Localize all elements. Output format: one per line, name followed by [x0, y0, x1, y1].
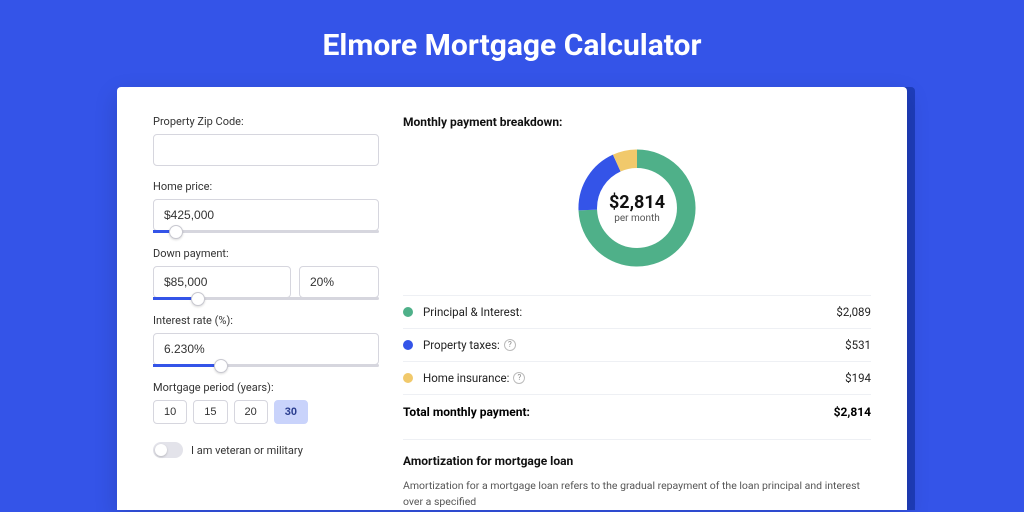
- breakdown-label: Home insurance:: [423, 371, 509, 385]
- total-value: $2,814: [834, 405, 871, 419]
- breakdown-value: $531: [845, 338, 871, 352]
- breakdown-row: Property taxes:? $531: [403, 328, 871, 361]
- total-label: Total monthly payment:: [403, 405, 530, 419]
- veteran-label: I am veteran or military: [191, 444, 303, 457]
- page-title: Elmore Mortgage Calculator: [0, 28, 1024, 63]
- mortgage-period-field: Mortgage period (years): 1015 2030: [153, 381, 379, 424]
- amortization-body: Amortization for a mortgage loan refers …: [403, 478, 871, 510]
- zip-label: Property Zip Code:: [153, 115, 379, 128]
- donut-amount: $2,814: [609, 192, 665, 213]
- veteran-toggle-row: I am veteran or military: [153, 442, 379, 458]
- amortization-title: Amortization for mortgage loan: [403, 454, 871, 468]
- calculator-card: Property Zip Code: Home price: Down paym…: [117, 87, 907, 510]
- help-icon[interactable]: ?: [504, 339, 516, 351]
- slider-thumb[interactable]: [191, 292, 205, 306]
- slider-thumb[interactable]: [214, 359, 228, 373]
- legend-dot: [403, 307, 413, 317]
- total-row: Total monthly payment: $2,814: [403, 394, 871, 429]
- breakdown-list: Principal & Interest: $2,089 Property taxe…: [403, 295, 871, 394]
- veteran-toggle[interactable]: [153, 442, 183, 458]
- breakdown-title: Monthly payment breakdown:: [403, 115, 871, 129]
- period-button-10[interactable]: 10: [153, 400, 187, 424]
- home-price-input[interactable]: [153, 199, 379, 231]
- slider-fill: [153, 364, 221, 367]
- donut-center: $2,814 per month: [572, 143, 702, 273]
- down-payment-slider[interactable]: [153, 297, 379, 300]
- down-payment-field: Down payment:: [153, 247, 379, 300]
- period-button-15[interactable]: 15: [193, 400, 227, 424]
- home-price-label: Home price:: [153, 180, 379, 193]
- form-column: Property Zip Code: Home price: Down paym…: [153, 115, 403, 510]
- donut-sub: per month: [614, 213, 660, 224]
- home-price-field: Home price:: [153, 180, 379, 233]
- interest-slider[interactable]: [153, 364, 379, 367]
- down-payment-percent-input[interactable]: [299, 266, 379, 298]
- breakdown-value: $2,089: [836, 305, 871, 319]
- donut-chart: $2,814 per month: [572, 143, 702, 273]
- period-button-group: 1015 2030: [153, 400, 379, 424]
- interest-rate-label: Interest rate (%):: [153, 314, 379, 327]
- period-button-20[interactable]: 20: [234, 400, 268, 424]
- breakdown-value: $194: [845, 371, 871, 385]
- breakdown-row: Principal & Interest: $2,089: [403, 295, 871, 328]
- zip-input[interactable]: [153, 134, 379, 166]
- legend-dot: [403, 373, 413, 383]
- legend-dot: [403, 340, 413, 350]
- home-price-slider[interactable]: [153, 230, 379, 233]
- zip-field: Property Zip Code:: [153, 115, 379, 166]
- mortgage-period-label: Mortgage period (years):: [153, 381, 379, 394]
- breakdown-column: Monthly payment breakdown: $2,814 per mo…: [403, 115, 871, 510]
- down-payment-amount-input[interactable]: [153, 266, 291, 298]
- interest-rate-field: Interest rate (%):: [153, 314, 379, 367]
- breakdown-row: Home insurance:? $194: [403, 361, 871, 394]
- breakdown-label: Property taxes:: [423, 338, 500, 352]
- donut-chart-wrap: $2,814 per month: [403, 143, 871, 273]
- page-header: Elmore Mortgage Calculator: [0, 0, 1024, 87]
- down-payment-label: Down payment:: [153, 247, 379, 260]
- interest-rate-input[interactable]: [153, 333, 379, 365]
- help-icon[interactable]: ?: [513, 372, 525, 384]
- period-button-30[interactable]: 30: [274, 400, 308, 424]
- slider-thumb[interactable]: [169, 225, 183, 239]
- breakdown-label: Principal & Interest:: [423, 305, 522, 319]
- amortization-section: Amortization for mortgage loan Amortizat…: [403, 439, 871, 510]
